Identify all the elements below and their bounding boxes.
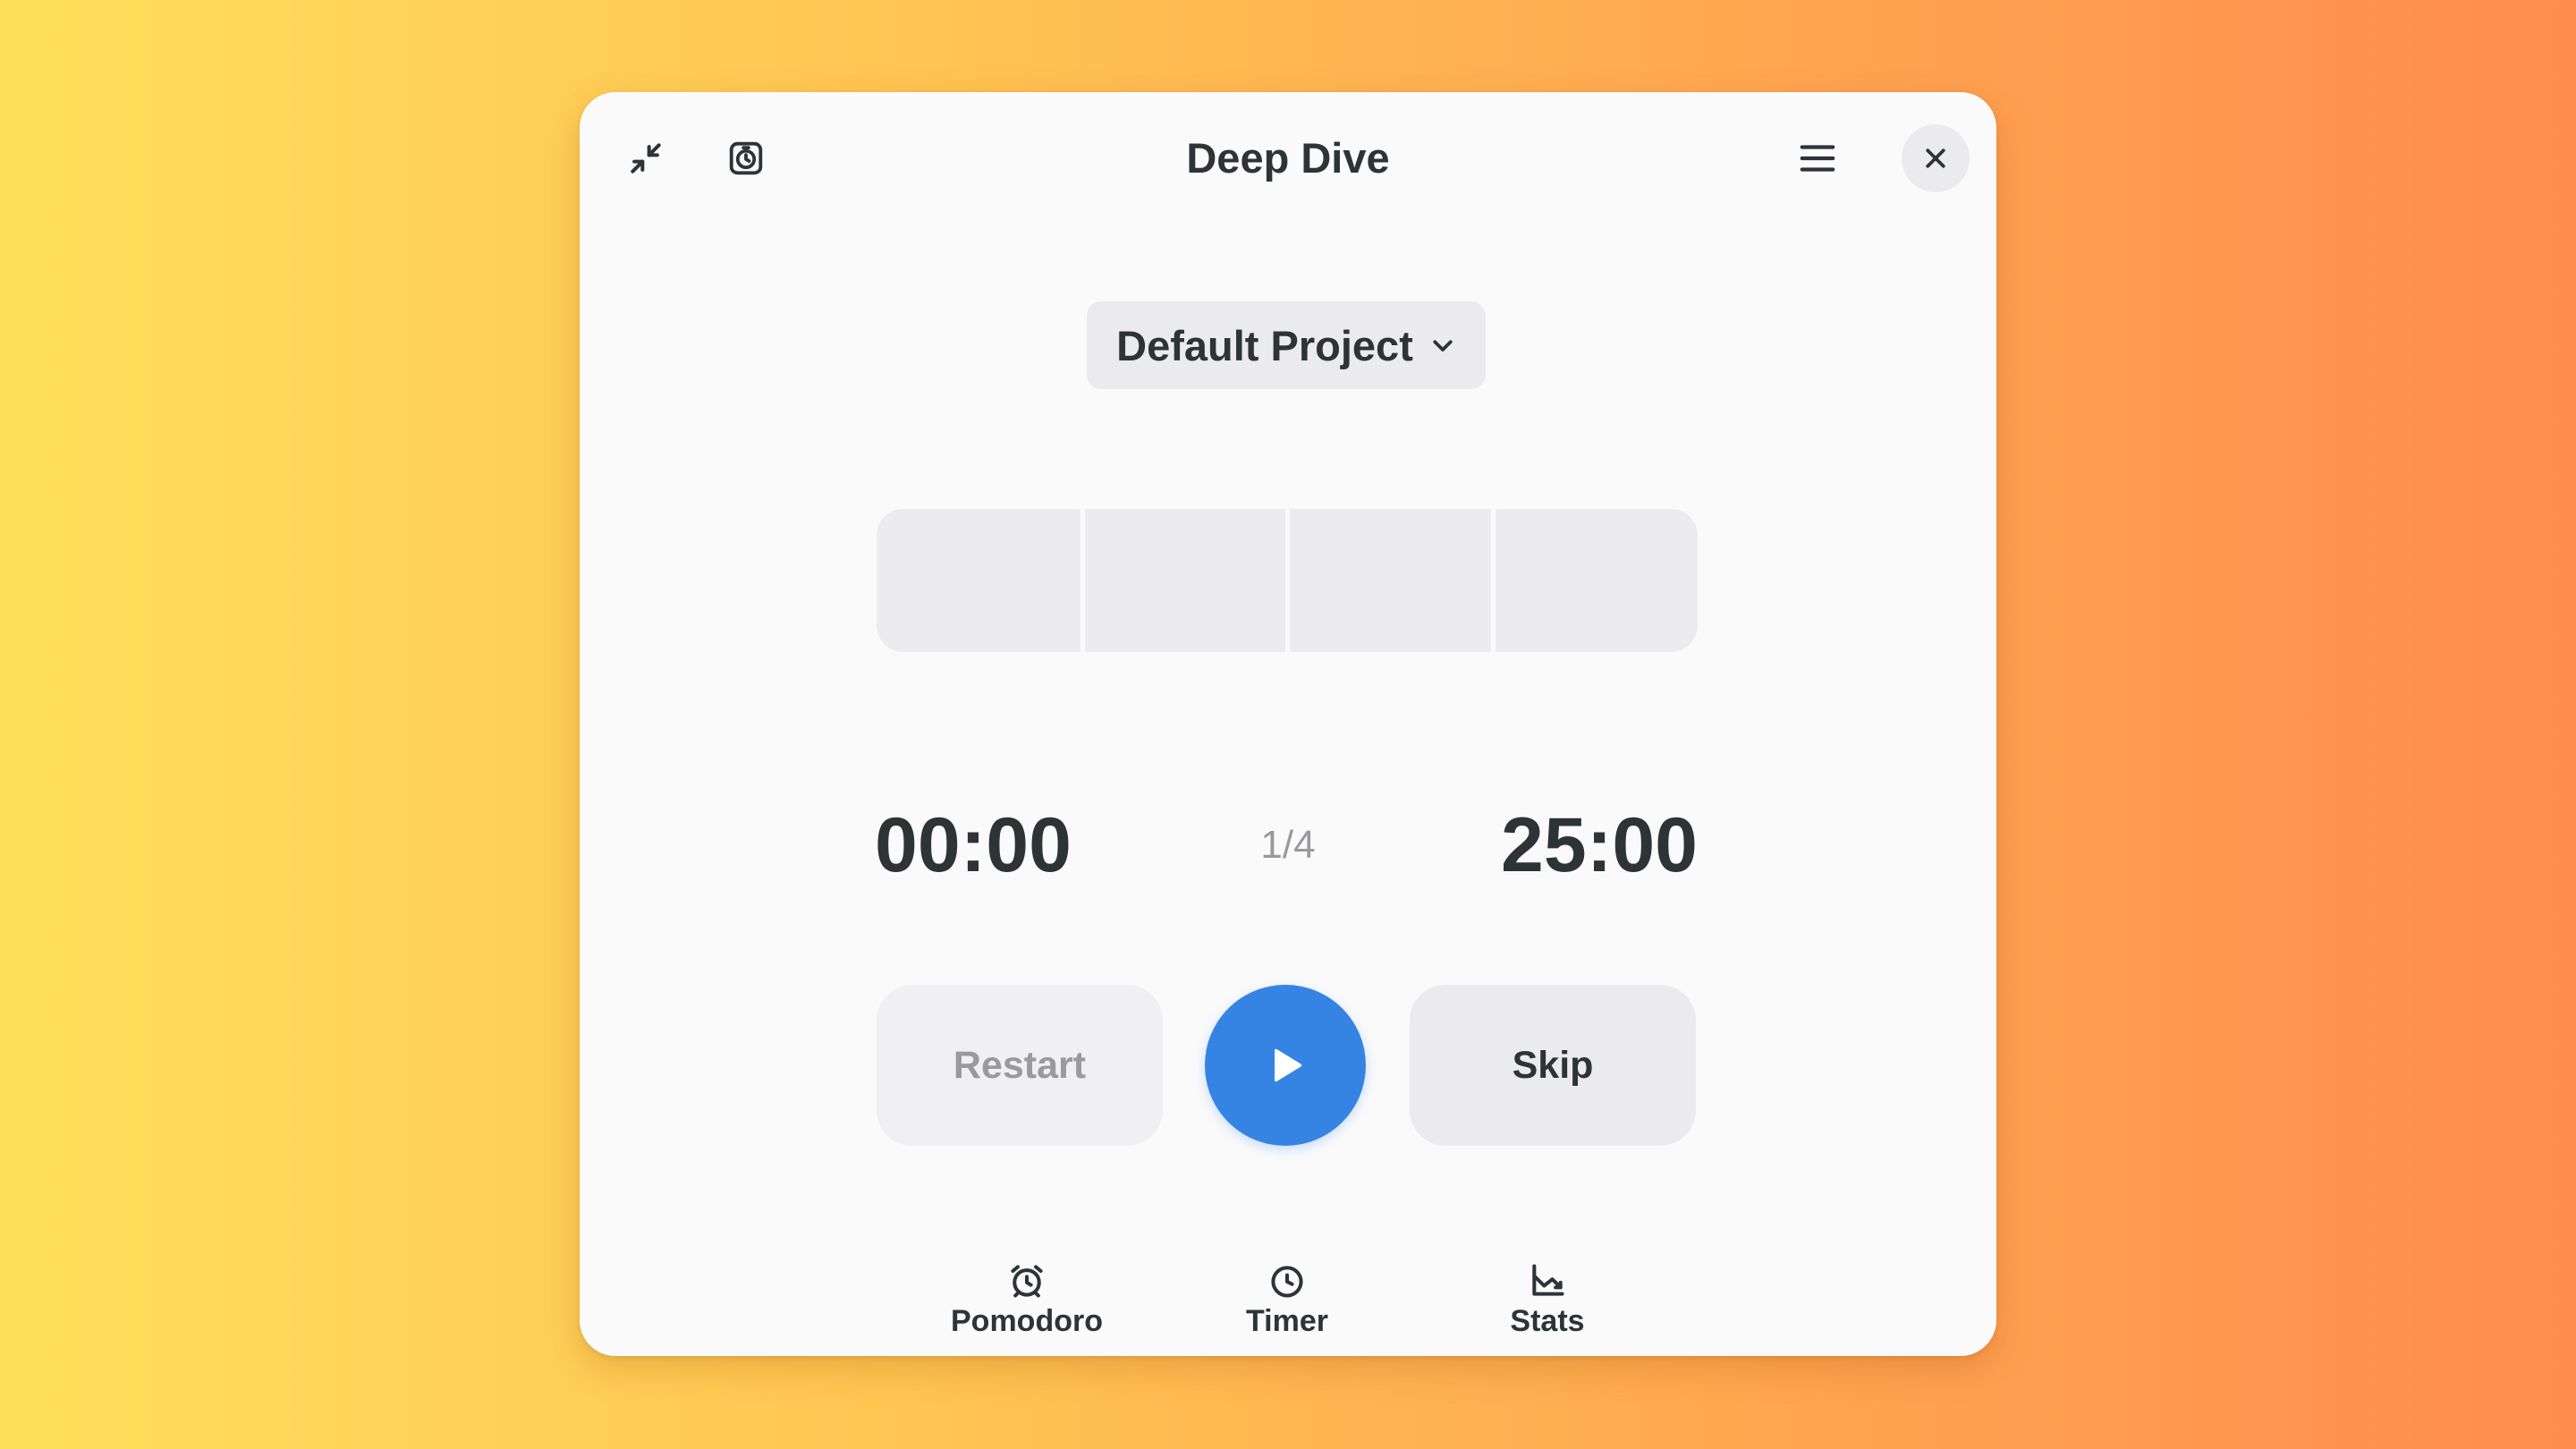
tab-stats[interactable]: Stats [1420, 1249, 1674, 1351]
tab-pomodoro[interactable]: Pomodoro [900, 1249, 1154, 1351]
app-window: Deep Dive Default Project 00:00 1/4 25:0… [580, 92, 1996, 1356]
play-icon [1275, 1048, 1302, 1082]
tab-pomodoro-label: Pomodoro [951, 1303, 1103, 1338]
tab-timer[interactable]: Timer [1160, 1249, 1414, 1351]
project-dropdown-label: Default Project [1116, 321, 1413, 369]
remaining-time: 25:00 [1501, 802, 1698, 888]
restart-button[interactable]: Restart [877, 985, 1163, 1146]
alarm-clock-icon [1011, 1264, 1043, 1298]
main-menu-button[interactable] [1784, 124, 1852, 192]
progress-segment-divider [1080, 509, 1085, 652]
progress-segment-divider [1285, 509, 1290, 652]
progress-segment-divider [1490, 509, 1496, 652]
project-dropdown[interactable]: Default Project [1087, 301, 1486, 389]
play-button[interactable] [1205, 985, 1366, 1146]
chevron-down-icon [1433, 340, 1453, 352]
session-counter: 1/4 [1260, 823, 1316, 867]
chart-icon [1532, 1263, 1564, 1296]
hamburger-menu-icon [1800, 145, 1835, 172]
close-button[interactable] [1902, 124, 1970, 192]
skip-button[interactable]: Skip [1410, 985, 1696, 1146]
tab-timer-label: Timer [1246, 1303, 1328, 1338]
tab-stats-label: Stats [1510, 1303, 1585, 1338]
stopwatch-icon [1271, 1265, 1303, 1298]
session-progress-bar [877, 509, 1698, 652]
close-icon [1926, 148, 1945, 168]
